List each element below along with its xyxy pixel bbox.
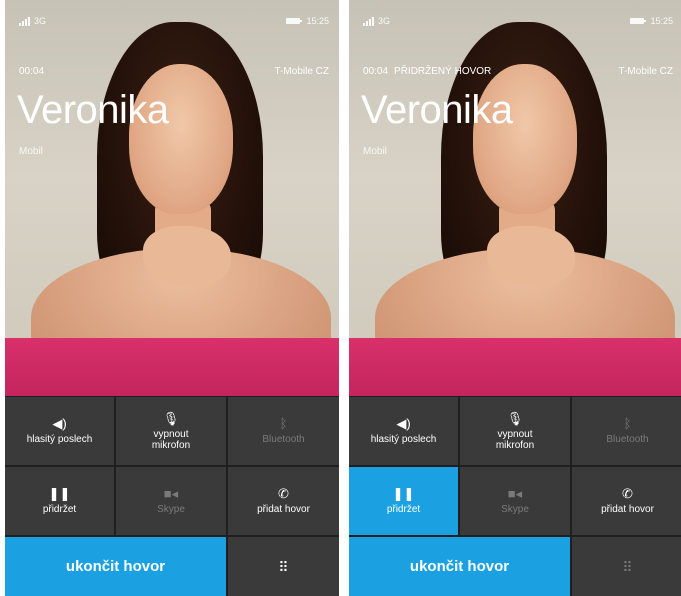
mic-off-icon: 🎙 — [162, 410, 180, 426]
speaker-icon: ◀) — [52, 416, 67, 431]
pause-icon: ❚❚ — [392, 486, 415, 501]
add-call-button[interactable]: ✆ přidat hovor — [572, 467, 681, 535]
add-call-label: přidat hovor — [257, 504, 310, 515]
bluetooth-icon: ᛒ — [279, 416, 288, 431]
add-call-label: přidat hovor — [601, 504, 654, 515]
contact-photo — [349, 0, 681, 396]
bluetooth-label: Bluetooth — [262, 434, 305, 445]
bluetooth-button[interactable]: ᛒ Bluetooth — [572, 397, 681, 465]
contact-name: Veronika — [361, 88, 513, 132]
number-type: Mobil — [363, 146, 387, 157]
call-screen-on-hold: 3G 15:25 00:04 PŘIDRŽENÝ HOVOR T-Mobile … — [349, 0, 681, 596]
status-bar: 3G 15:25 — [19, 14, 329, 28]
keypad-icon: ⠿ — [622, 558, 633, 575]
clock: 15:25 — [650, 16, 673, 26]
skype-button[interactable]: ■◂ Skype — [460, 467, 570, 535]
skype-label: Skype — [501, 504, 529, 515]
add-call-icon: ✆ — [278, 486, 289, 501]
mute-button[interactable]: 🎙 vypnout mikrofon — [460, 397, 570, 465]
signal-icon — [19, 16, 30, 26]
video-camera-icon: ■◂ — [507, 486, 523, 501]
carrier-name: T-Mobile CZ — [618, 66, 673, 77]
status-bar: 3G 15:25 — [363, 14, 673, 28]
mute-button[interactable]: 🎙 vypnout mikrofon — [116, 397, 226, 465]
keypad-button[interactable]: ⠿ — [228, 537, 339, 596]
bluetooth-label: Bluetooth — [606, 434, 649, 445]
speaker-button[interactable]: ◀) hlasitý poslech — [5, 397, 114, 465]
battery-icon — [630, 18, 647, 24]
bluetooth-icon: ᛒ — [623, 416, 632, 431]
call-duration: 00:04 — [363, 66, 389, 77]
mic-off-icon: 🎙 — [506, 410, 524, 426]
signal-icon — [363, 16, 374, 26]
speaker-label: hlasitý poslech — [370, 434, 437, 445]
hold-button[interactable]: ❚❚ přidržet — [349, 467, 458, 535]
skype-label: Skype — [157, 504, 185, 515]
add-call-icon: ✆ — [622, 486, 633, 501]
mute-label: vypnout mikrofon — [495, 428, 535, 451]
call-info: 00:04 PŘIDRŽENÝ HOVOR T-Mobile CZ — [363, 66, 673, 77]
hold-button[interactable]: ❚❚ přidržet — [5, 467, 114, 535]
end-call-button[interactable]: ukončit hovor — [5, 537, 226, 596]
carrier-name: T-Mobile CZ — [274, 66, 329, 77]
end-call-label: ukončit hovor — [65, 558, 166, 575]
hold-status: PŘIDRŽENÝ HOVOR — [394, 66, 492, 77]
keypad-button[interactable]: ⠿ — [572, 537, 681, 596]
hold-label: přidržet — [386, 504, 421, 515]
speaker-button[interactable]: ◀) hlasitý poslech — [349, 397, 458, 465]
contact-name: Veronika — [17, 88, 169, 132]
hold-label: přidržet — [42, 504, 77, 515]
network-type: 3G — [378, 16, 391, 26]
mute-label: vypnout mikrofon — [151, 428, 191, 451]
skype-button[interactable]: ■◂ Skype — [116, 467, 226, 535]
add-call-button[interactable]: ✆ přidat hovor — [228, 467, 339, 535]
clock: 15:25 — [306, 16, 329, 26]
number-type: Mobil — [19, 146, 43, 157]
pause-icon: ❚❚ — [48, 486, 71, 501]
bluetooth-button[interactable]: ᛒ Bluetooth — [228, 397, 339, 465]
network-type: 3G — [34, 16, 47, 26]
speaker-icon: ◀) — [396, 416, 411, 431]
video-camera-icon: ■◂ — [163, 486, 179, 501]
contact-photo — [5, 0, 339, 396]
end-call-label: ukončit hovor — [409, 558, 510, 575]
speaker-label: hlasitý poslech — [26, 434, 93, 445]
call-screen-active: 3G 15:25 00:04 T-Mobile CZ Veronika Mobi… — [5, 0, 339, 596]
call-info: 00:04 T-Mobile CZ — [19, 66, 329, 77]
battery-icon — [286, 18, 303, 24]
end-call-button[interactable]: ukončit hovor — [349, 537, 570, 596]
keypad-icon: ⠿ — [278, 558, 289, 575]
call-duration: 00:04 — [19, 66, 45, 77]
